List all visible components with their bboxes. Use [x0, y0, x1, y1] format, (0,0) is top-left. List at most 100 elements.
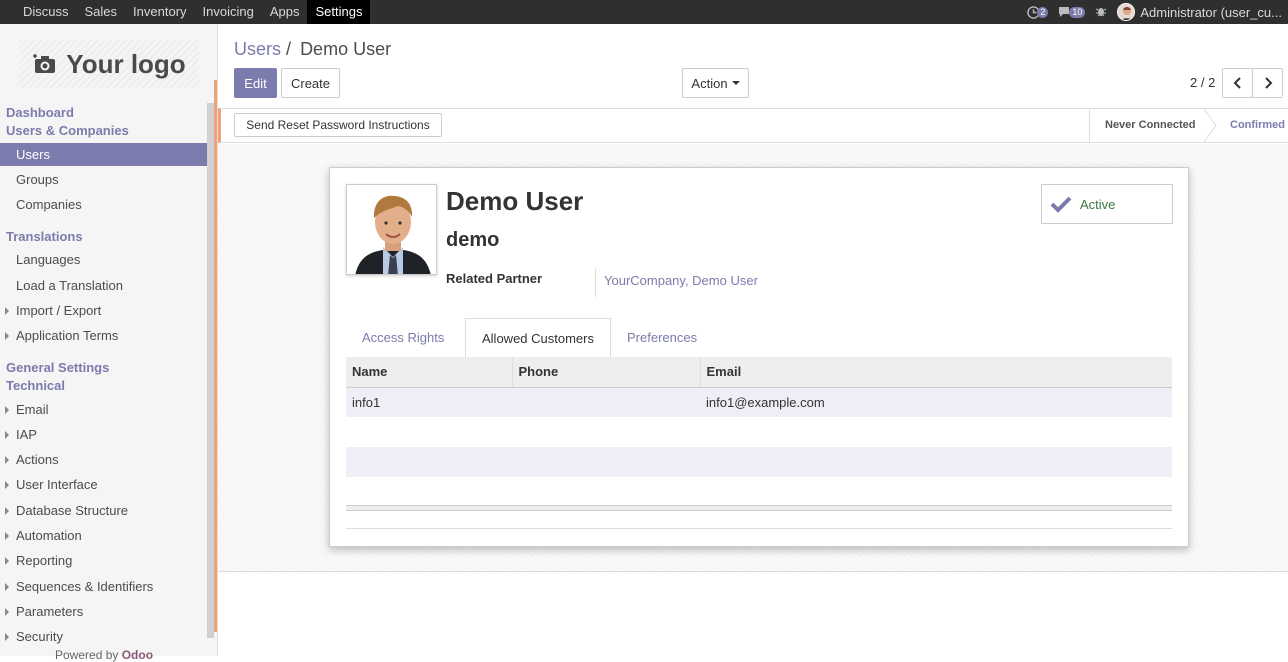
caret-right-icon — [5, 557, 9, 565]
sidebar-item-label: Actions — [16, 452, 59, 467]
sidebar-item-label: Email — [16, 402, 49, 417]
caret-right-icon — [5, 456, 9, 464]
caret-right-icon — [5, 507, 9, 515]
sidebar-scrollbar[interactable] — [207, 103, 214, 638]
table-row[interactable]: info1 info1@example.com — [346, 387, 1172, 417]
sidebar: Your logo Dashboard Users & Companies Us… — [0, 24, 218, 662]
allowed-customers-table: Name Phone Email info1 info1@example.com — [346, 357, 1172, 507]
notebook-tabs: Access Rights Allowed Customers Preferen… — [346, 318, 1172, 358]
activity-count: 2 — [1037, 6, 1049, 18]
tab-access-rights[interactable]: Access Rights — [346, 318, 460, 358]
menu-apps[interactable]: Apps — [262, 0, 308, 24]
sidebar-item-iap[interactable]: IAP — [0, 423, 207, 446]
column-header-phone[interactable]: Phone — [511, 357, 700, 388]
user-menu[interactable]: Administrator (user_cu... — [1117, 3, 1282, 21]
user-avatar — [1117, 3, 1136, 21]
table-empty-row — [346, 417, 1172, 447]
caret-right-icon — [5, 633, 9, 641]
sidebar-accent-border — [214, 80, 217, 632]
action-label: Action — [691, 75, 728, 91]
powered-by-brand[interactable]: Odoo — [122, 648, 153, 662]
tab-allowed-customers[interactable]: Allowed Customers — [465, 318, 611, 358]
menu-settings[interactable]: Settings — [307, 0, 371, 24]
sidebar-general-settings[interactable]: General Settings — [6, 360, 109, 375]
stage-never-connected: Never Connected — [1089, 109, 1210, 142]
menu-discuss[interactable]: Discuss — [15, 0, 77, 24]
sidebar-item-email[interactable]: Email — [0, 398, 207, 421]
tab-preferences[interactable]: Preferences — [611, 318, 713, 358]
caret-right-icon — [5, 532, 9, 540]
pager-value[interactable]: 2 / 2 — [1190, 75, 1215, 90]
pager-next-button[interactable] — [1252, 68, 1283, 98]
sidebar-item-application-terms[interactable]: Application Terms — [0, 324, 207, 347]
edit-button[interactable]: Edit — [234, 68, 277, 98]
menu-sales[interactable]: Sales — [77, 0, 126, 24]
sidebar-item-languages[interactable]: Languages — [0, 248, 207, 271]
pager-previous-button[interactable] — [1222, 68, 1253, 98]
related-partner-label: Related Partner — [446, 271, 543, 286]
active-label: Active — [1080, 196, 1116, 212]
sidebar-item-label: Parameters — [16, 604, 84, 619]
caret-right-icon — [5, 583, 9, 591]
caret-right-icon — [5, 332, 9, 340]
sidebar-item-label: User Interface — [16, 477, 98, 492]
sidebar-item-label: Security — [16, 629, 63, 644]
table-bottom-divider — [346, 528, 1172, 529]
company-logo[interactable]: Your logo — [19, 40, 199, 88]
sidebar-item-label: IAP — [16, 427, 37, 442]
sidebar-item-database-structure[interactable]: Database Structure — [0, 499, 207, 522]
messages-button[interactable]: 10 — [1058, 6, 1086, 18]
field-separator — [595, 268, 596, 297]
user-name: Administrator (user_cu... — [1140, 4, 1282, 20]
sidebar-item-groups[interactable]: Groups — [0, 168, 207, 191]
caret-right-icon — [5, 481, 9, 489]
sidebar-item-actions[interactable]: Actions — [0, 448, 207, 471]
sidebar-item-user-interface[interactable]: User Interface — [0, 473, 207, 496]
sidebar-dashboard[interactable]: Dashboard — [6, 105, 74, 120]
column-header-email[interactable]: Email — [699, 357, 1172, 388]
activity-button[interactable]: 2 — [1027, 5, 1049, 19]
sidebar-item-parameters[interactable]: Parameters — [0, 600, 207, 623]
user-photo[interactable] — [346, 184, 437, 275]
sidebar-item-sequences[interactable]: Sequences & Identifiers — [0, 575, 207, 598]
column-header-name[interactable]: Name — [346, 357, 512, 388]
related-partner-link[interactable]: YourCompany, Demo User — [604, 273, 758, 288]
sidebar-item-label: Application Terms — [16, 328, 119, 343]
sidebar-item-label: Import / Export — [16, 303, 102, 318]
top-navbar: Discuss Sales Inventory Invoicing Apps S… — [0, 0, 1288, 24]
sidebar-item-companies[interactable]: Companies — [0, 193, 207, 216]
sidebar-item-security[interactable]: Security — [0, 625, 207, 648]
sidebar-item-label: Sequences & Identifiers — [16, 579, 154, 594]
sidebar-item-label: Reporting — [16, 553, 73, 568]
cell-phone — [512, 387, 700, 417]
create-button[interactable]: Create — [281, 68, 340, 98]
cell-email: info1@example.com — [700, 387, 1172, 417]
sidebar-item-label: Automation — [16, 528, 82, 543]
caret-right-icon — [5, 608, 9, 616]
cell-name: info1 — [346, 387, 512, 417]
chevron-right-icon — [1264, 77, 1272, 89]
menu-invoicing[interactable]: Invoicing — [195, 0, 262, 24]
table-footer — [346, 505, 1172, 511]
sidebar-item-load-translation[interactable]: Load a Translation — [0, 274, 207, 297]
sidebar-item-users[interactable]: Users — [0, 143, 207, 166]
breadcrumb-current: Demo User — [300, 39, 392, 59]
caret-right-icon — [5, 431, 9, 439]
reset-password-button[interactable]: Send Reset Password Instructions — [234, 113, 442, 137]
sidebar-item-automation[interactable]: Automation — [0, 524, 207, 547]
check-icon — [1050, 196, 1072, 213]
table-empty-row — [346, 447, 1172, 477]
sidebar-item-import-export[interactable]: Import / Export — [0, 299, 207, 322]
sidebar-users-companies[interactable]: Users & Companies — [6, 123, 129, 138]
action-dropdown[interactable]: Action — [682, 68, 749, 98]
breadcrumb-users[interactable]: Users — [234, 39, 281, 59]
sidebar-translations[interactable]: Translations — [6, 229, 83, 244]
sidebar-item-reporting[interactable]: Reporting — [0, 549, 207, 572]
caret-right-icon — [5, 406, 9, 414]
user-login-field: demo — [446, 229, 500, 251]
active-toggle-button[interactable]: Active — [1041, 184, 1173, 224]
sidebar-technical[interactable]: Technical — [6, 378, 65, 393]
menu-inventory[interactable]: Inventory — [125, 0, 194, 24]
debug-button[interactable] — [1095, 5, 1107, 20]
breadcrumb: Users / Demo User — [234, 39, 391, 60]
